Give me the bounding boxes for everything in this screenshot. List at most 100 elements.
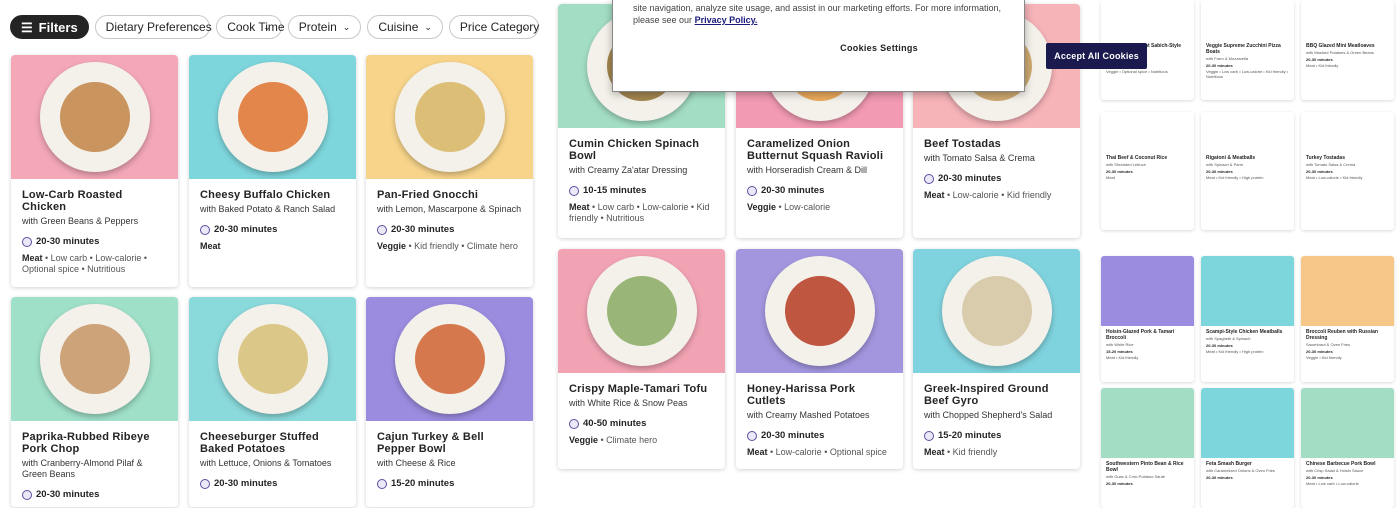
recipe-image <box>366 297 533 421</box>
thumb-tags: Meat <box>1106 175 1115 180</box>
clock-icon <box>22 489 32 500</box>
thumbnail-image <box>1301 256 1394 326</box>
thumbnail-image <box>1101 112 1194 152</box>
privacy-policy-link[interactable]: Privacy Policy. <box>695 15 758 25</box>
recipe-thumbnail-card[interactable]: Scampi-Style Chicken Meatballs with Spag… <box>1201 256 1294 382</box>
plate-graphic <box>586 256 697 366</box>
recipe-thumbnail-card[interactable]: Feta Smash Burger with Caramelized Onion… <box>1201 388 1294 508</box>
thumb-subtitle: with Mashed Potatoes & Green Beans <box>1306 50 1374 55</box>
cookie-banner: site navigation, analyze site usage, and… <box>612 0 1147 92</box>
recipe-card[interactable]: Crispy Maple-Tamari Tofu with White Rice… <box>558 249 725 469</box>
recipe-card[interactable]: Low-Carb Roasted Chicken with Green Bean… <box>11 55 178 287</box>
recipe-title: Cheesy Buffalo Chicken <box>200 189 331 201</box>
thumbnail-image <box>1101 256 1194 326</box>
filters-button[interactable]: ☰ Filters <box>10 15 89 39</box>
filter-chip[interactable]: Dietary Preferences ⌄ <box>94 15 212 39</box>
recipe-title: Honey-Harissa Pork Cutlets <box>747 383 856 407</box>
recipe-card[interactable]: Cheesy Buffalo Chicken with Baked Potato… <box>189 55 356 287</box>
recipe-subtitle: with Cheese & Rice <box>377 458 456 468</box>
recipe-card[interactable]: Pan-Fried Gnocchi with Lemon, Mascarpone… <box>366 55 533 287</box>
filter-label: Filters <box>38 19 78 35</box>
thumbnail-image <box>1201 256 1294 326</box>
recipe-card[interactable]: Cajun Turkey & Bell Pepper Bowl with Che… <box>366 297 533 507</box>
filter-label: Dietary Preferences <box>105 19 212 34</box>
clock-icon <box>200 478 210 489</box>
chevron-down-icon: ⌄ <box>191 21 200 32</box>
cook-time-text: 40-50 minutes <box>583 418 647 429</box>
cook-time: 20-30 minutes <box>22 236 167 247</box>
recipe-subtitle: with Green Beans & Peppers <box>22 216 139 226</box>
filter-icon: ☰ <box>21 19 33 35</box>
thumb-time: 20-30 minutes <box>1306 475 1333 480</box>
recipe-thumbnail-card[interactable]: BBQ Glazed Mini Meatloaves with Mashed P… <box>1301 0 1394 100</box>
recipe-image <box>11 55 178 179</box>
cook-time-text: 20-30 minutes <box>938 173 1002 184</box>
recipe-card[interactable]: Paprika-Rubbed Ribeye Pork Chop with Cra… <box>11 297 178 507</box>
thumbnail-image <box>1201 388 1294 458</box>
thumb-time: 20-30 minutes <box>1306 349 1333 354</box>
thumb-title: Chinese Barbecue Pork Bowl <box>1306 461 1376 467</box>
tag-rest: • Kid friendly <box>944 447 998 457</box>
plate-graphic <box>394 62 505 172</box>
tag-primary: Meat <box>924 447 945 457</box>
thumb-time: 20-30 minutes <box>1206 343 1233 348</box>
cook-time: 20-30 minutes <box>747 185 892 196</box>
thumb-tags: Meat • Kid friendly <box>1306 63 1339 68</box>
recipe-thumbnail-card[interactable]: Hoisin-Glazed Pork & Tamari Broccoli wit… <box>1101 256 1194 382</box>
thumb-title: Broccoli Reuben with Russian Dressing <box>1306 329 1378 341</box>
recipe-thumbnail-card[interactable]: Rigatoni & Meatballs with Spinach & Parm… <box>1201 112 1294 230</box>
recipe-title: Beef Tostadas <box>924 138 1001 150</box>
cook-time: 20-30 minutes <box>747 430 892 441</box>
thumb-title: Southwestern Pinto Bean & Rice Bowl <box>1106 461 1184 473</box>
clock-icon <box>200 224 210 235</box>
clock-icon <box>924 430 934 441</box>
recipe-card[interactable]: Honey-Harissa Pork Cutlets with Creamy M… <box>736 249 903 469</box>
recipe-tags: Meat • Low carb • Low-calorie • Kid frie… <box>569 202 714 224</box>
thumb-title: BBQ Glazed Mini Meatloaves <box>1306 43 1375 49</box>
thumb-title: Veggie Supreme Zucchini Pizza Boats <box>1206 43 1281 55</box>
cook-time-text: 20-30 minutes <box>761 185 825 196</box>
thumb-title: Hoisin-Glazed Pork & Tamari Broccoli <box>1106 329 1175 341</box>
recipe-tags: Meat <box>200 241 345 252</box>
plate-graphic <box>39 304 150 414</box>
recipe-thumbnail-card[interactable]: Broccoli Reuben with Russian Dressing Sa… <box>1301 256 1394 382</box>
filter-chip[interactable]: Cuisine ⌄ <box>367 15 443 39</box>
recipe-thumbnail-card[interactable]: Thai Beef & Coconut Rice with Shredded L… <box>1101 112 1194 230</box>
tag-rest: • Low-calorie • Optional spice <box>767 447 887 457</box>
recipe-thumbnail-card[interactable]: Turkey Tostadas with Tomato Salsa & Crem… <box>1301 112 1394 230</box>
tag-primary: Meat <box>747 447 768 457</box>
cook-time-text: 20-30 minutes <box>36 236 100 247</box>
thumbnail-image <box>1101 388 1194 458</box>
recipe-thumbnail-card[interactable]: Veggie Supreme Zucchini Pizza Boats with… <box>1201 0 1294 100</box>
filter-chip[interactable]: Protein ⌄ <box>287 15 362 39</box>
filter-chip[interactable]: Cook Time ⌄ <box>216 15 285 39</box>
filter-chip[interactable]: Price Category ⌄ <box>448 15 540 39</box>
recipe-thumbnail-card[interactable]: Chinese Barbecue Pork Bowl with Crisp Sa… <box>1301 388 1394 508</box>
recipe-image <box>913 249 1080 373</box>
plate-graphic <box>394 304 505 414</box>
thumb-title: Rigatoni & Meatballs <box>1206 155 1256 161</box>
tag-rest: • Low-calorie <box>776 202 831 212</box>
recipe-subtitle: with Chopped Shepherd's Salad <box>924 410 1053 420</box>
plate-graphic <box>941 256 1052 366</box>
recipe-title: Greek-Inspired Ground Beef Gyro <box>924 383 1049 407</box>
thumb-tags: Meat • Low-calorie • Kid friendly <box>1306 175 1363 180</box>
recipe-tags: Meat • Low-calorie • Kid friendly <box>924 190 1069 201</box>
recipe-title: Caramelized Onion Butternut Squash Ravio… <box>747 138 884 162</box>
thumb-subtitle: with White Rice <box>1106 342 1134 347</box>
thumb-subtitle: with Farro & Mozzarella <box>1206 56 1249 61</box>
cook-time: 20-30 minutes <box>200 224 345 235</box>
thumbnail-image <box>1201 112 1294 152</box>
recipe-card[interactable]: Cheeseburger Stuffed Baked Potatoes with… <box>189 297 356 507</box>
recipe-card[interactable]: Greek-Inspired Ground Beef Gyro with Cho… <box>913 249 1080 469</box>
thumbnail-image <box>1301 0 1394 40</box>
recipe-title: Low-Carb Roasted Chicken <box>22 189 123 213</box>
accept-all-cookies-button[interactable]: Accept All Cookies <box>1046 43 1147 69</box>
recipe-tags: Meat • Low-calorie • Optional spice <box>747 447 892 458</box>
recipe-thumbnail-card[interactable]: Southwestern Pinto Bean & Rice Bowl with… <box>1101 388 1194 508</box>
cookies-settings-button[interactable]: Cookies Settings <box>840 43 918 53</box>
cook-time: 20-30 minutes <box>924 173 1069 184</box>
recipe-image <box>558 249 725 373</box>
thumb-subtitle: with Caramelized Onions & Oven Fries <box>1206 468 1275 473</box>
thumb-time: 20-30 minutes <box>1106 169 1133 174</box>
